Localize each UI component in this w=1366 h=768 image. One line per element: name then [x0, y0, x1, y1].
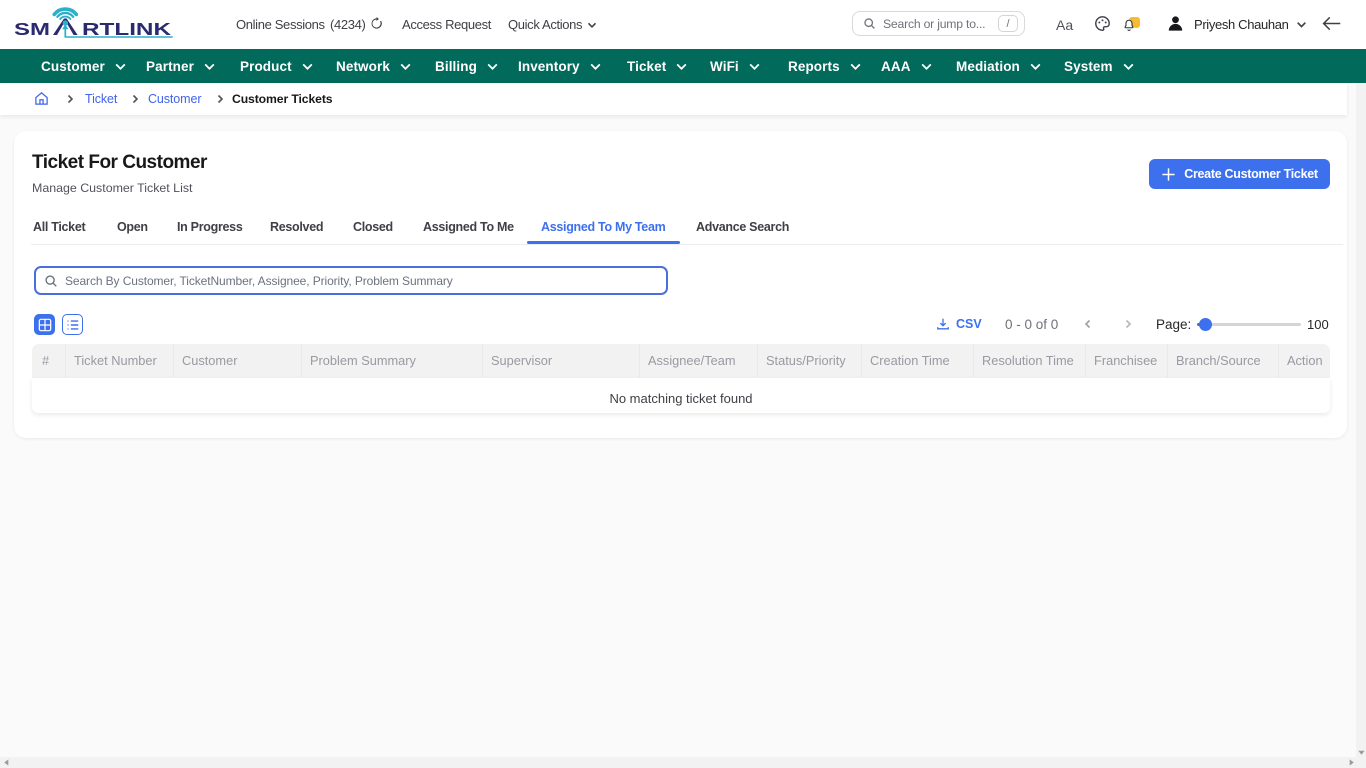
- svg-text:RTLINK: RTLINK: [82, 19, 172, 39]
- svg-text:SM: SM: [14, 19, 50, 39]
